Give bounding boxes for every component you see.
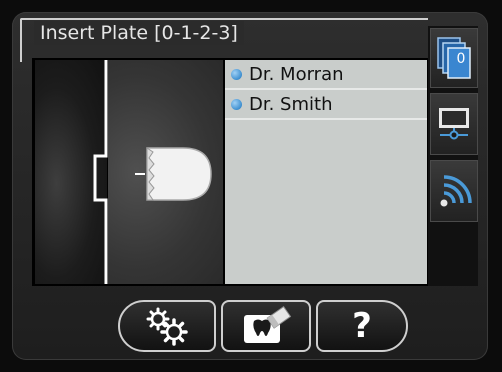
scanner-slot-outline xyxy=(93,60,108,284)
settings-button[interactable] xyxy=(118,300,216,352)
patient-name: Dr. Smith xyxy=(249,93,333,115)
insert-plate-illustration xyxy=(93,60,212,284)
imaging-plate-icon xyxy=(135,147,212,201)
status-dot-icon xyxy=(231,98,242,110)
network-monitor-icon xyxy=(439,108,469,140)
network-button[interactable] xyxy=(430,93,478,155)
help-icon: ? xyxy=(352,306,372,346)
list-item[interactable]: Dr. Morran xyxy=(225,60,427,90)
scan-tooth-eraser-icon xyxy=(244,306,292,343)
plate-count-badge: 0 xyxy=(456,51,466,67)
patient-name: Dr. Morran xyxy=(249,63,344,85)
wifi-signal-icon xyxy=(440,175,472,207)
plates-button[interactable]: 0 xyxy=(430,28,478,88)
list-item[interactable]: Dr. Smith xyxy=(225,90,427,120)
erase-plate-button[interactable] xyxy=(221,300,311,352)
help-button[interactable]: ? xyxy=(316,300,408,352)
settings-gears-icon xyxy=(146,307,188,346)
patient-list: Dr. Morran Dr. Smith xyxy=(225,60,427,284)
wifi-button[interactable] xyxy=(430,160,478,222)
page-title: Insert Plate [0-1-2-3] xyxy=(34,21,244,45)
status-dot-icon xyxy=(231,68,242,80)
